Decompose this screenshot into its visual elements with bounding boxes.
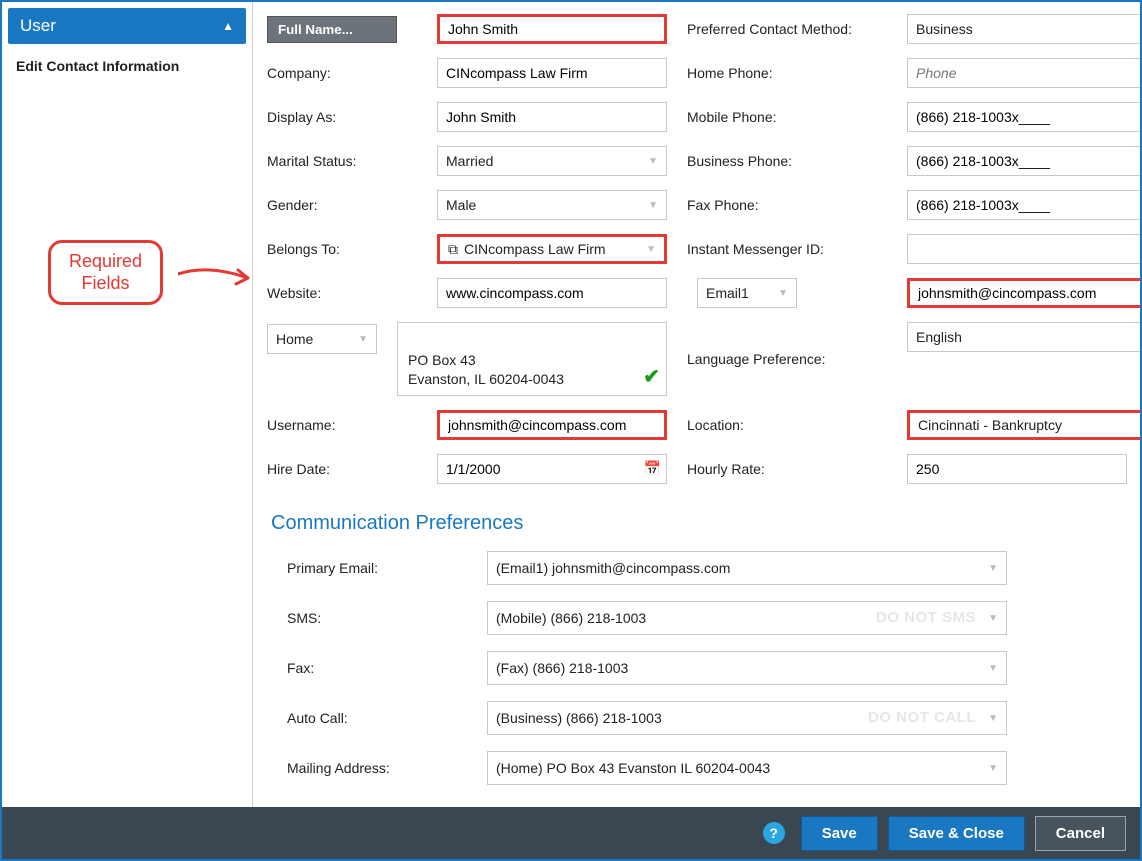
hourly-rate-label: Hourly Rate: bbox=[687, 461, 887, 477]
company-label: Company: bbox=[267, 65, 417, 81]
company-input[interactable] bbox=[437, 58, 667, 88]
footer-bar: ? Save Save & Close Cancel bbox=[2, 807, 1140, 859]
cancel-button[interactable]: Cancel bbox=[1035, 816, 1126, 851]
sidebar-item-edit-contact[interactable]: Edit Contact Information bbox=[2, 48, 252, 84]
gender-value: Male bbox=[446, 197, 476, 213]
im-id-input[interactable] bbox=[907, 234, 1140, 264]
calendar-icon[interactable]: 📅 bbox=[644, 460, 661, 477]
location-label: Location: bbox=[687, 417, 887, 433]
im-id-label: Instant Messenger ID: bbox=[687, 241, 887, 257]
website-label: Website: bbox=[267, 285, 417, 301]
gender-select[interactable]: Male ▼ bbox=[437, 190, 667, 220]
primary-email-value: (Email1) johnsmith@cincompass.com bbox=[496, 560, 730, 576]
communication-preferences-title: Communication Preferences bbox=[271, 512, 1126, 535]
language-select[interactable]: English▼ bbox=[907, 322, 1140, 352]
callout-line2: Fields bbox=[82, 273, 130, 293]
business-phone-input[interactable] bbox=[907, 146, 1140, 176]
sidebar: User ▲ Edit Contact Information Required… bbox=[2, 2, 253, 807]
preferred-contact-label: Preferred Contact Method: bbox=[687, 21, 887, 37]
auto-call-label: Auto Call: bbox=[287, 710, 487, 726]
fax-value: (Fax) (866) 218-1003 bbox=[496, 660, 628, 676]
belongs-to-select[interactable]: ⧉ CINcompass Law Firm ▼ bbox=[437, 234, 667, 264]
fax-phone-label: Fax Phone: bbox=[687, 197, 887, 213]
mailing-address-value: (Home) PO Box 43 Evanston IL 60204-0043 bbox=[496, 760, 770, 776]
business-phone-label: Business Phone: bbox=[687, 153, 887, 169]
primary-email-select[interactable]: (Email1) johnsmith@cincompass.com ▼ bbox=[487, 551, 1007, 585]
marital-value: Married bbox=[446, 153, 493, 169]
save-close-button[interactable]: Save & Close bbox=[888, 816, 1025, 851]
callout-pointer-icon bbox=[178, 264, 258, 298]
location-value: Cincinnati - Bankruptcy bbox=[918, 417, 1062, 433]
language-value: English bbox=[916, 329, 962, 345]
mobile-phone-label: Mobile Phone: bbox=[687, 109, 887, 125]
chevron-down-icon: ▼ bbox=[988, 763, 998, 774]
sms-label: SMS: bbox=[287, 610, 487, 626]
callout-line1: Required bbox=[69, 251, 142, 271]
mailing-address-select[interactable]: (Home) PO Box 43 Evanston IL 60204-0043 ▼ bbox=[487, 751, 1007, 785]
preferred-contact-select[interactable]: Business▼ bbox=[907, 14, 1140, 44]
sidebar-header-label: User bbox=[20, 16, 56, 36]
hourly-rate-input[interactable] bbox=[907, 454, 1127, 484]
fax-select[interactable]: (Fax) (866) 218-1003 ▼ bbox=[487, 651, 1007, 685]
email-input[interactable] bbox=[907, 278, 1140, 308]
full-name-button[interactable]: Full Name... bbox=[267, 16, 397, 43]
address-type-select[interactable]: Home ▼ bbox=[267, 324, 377, 354]
fax-phone-input[interactable] bbox=[907, 190, 1140, 220]
home-phone-input[interactable] bbox=[907, 58, 1140, 88]
belongs-to-label: Belongs To: bbox=[267, 241, 417, 257]
mailing-address-label: Mailing Address: bbox=[287, 760, 487, 776]
chevron-down-icon: ▼ bbox=[778, 288, 788, 299]
sidebar-header-user[interactable]: User ▲ bbox=[8, 8, 246, 44]
full-name-input[interactable] bbox=[437, 14, 667, 44]
language-label: Language Preference: bbox=[687, 351, 887, 367]
save-button[interactable]: Save bbox=[801, 816, 878, 851]
display-as-input[interactable] bbox=[437, 102, 667, 132]
preferred-contact-value: Business bbox=[916, 21, 973, 37]
gender-label: Gender: bbox=[267, 197, 417, 213]
location-select[interactable]: Cincinnati - Bankruptcy▼ bbox=[907, 410, 1140, 440]
display-as-label: Display As: bbox=[267, 109, 417, 125]
belongs-to-value: CINcompass Law Firm bbox=[464, 241, 606, 257]
hire-date-input[interactable] bbox=[437, 454, 667, 484]
chevron-down-icon: ▼ bbox=[648, 156, 658, 167]
chevron-down-icon: ▼ bbox=[988, 563, 998, 574]
chevron-up-icon: ▲ bbox=[222, 19, 234, 33]
address-type-value: Home bbox=[276, 331, 313, 347]
chevron-down-icon: ▼ bbox=[648, 200, 658, 211]
username-input[interactable] bbox=[437, 410, 667, 440]
sms-select[interactable]: (Mobile) (866) 218-1003 DO NOT SMS ▼ bbox=[487, 601, 1007, 635]
fax-label: Fax: bbox=[287, 660, 487, 676]
home-phone-label: Home Phone: bbox=[687, 65, 887, 81]
org-icon: ⧉ bbox=[448, 241, 458, 257]
chevron-down-icon: ▼ bbox=[988, 663, 998, 674]
check-icon: ✔ bbox=[643, 363, 660, 391]
sms-value: (Mobile) (866) 218-1003 bbox=[496, 610, 646, 626]
chevron-down-icon: ▼ bbox=[988, 613, 998, 624]
sms-ghost-text: DO NOT SMS bbox=[876, 609, 976, 626]
chevron-down-icon: ▼ bbox=[646, 244, 656, 255]
website-input[interactable] bbox=[437, 278, 667, 308]
chevron-down-icon: ▼ bbox=[358, 334, 368, 345]
username-label: Username: bbox=[267, 417, 417, 433]
email-type-select[interactable]: Email1 ▼ bbox=[697, 278, 797, 308]
email-type-value: Email1 bbox=[706, 285, 749, 301]
chevron-down-icon: ▼ bbox=[988, 713, 998, 724]
auto-call-value: (Business) (866) 218-1003 bbox=[496, 710, 662, 726]
address-textarea[interactable]: PO Box 43 Evanston, IL 60204-0043 ✔ bbox=[397, 322, 667, 396]
marital-label: Marital Status: bbox=[267, 153, 417, 169]
auto-call-ghost-text: DO NOT CALL bbox=[868, 709, 976, 726]
help-icon[interactable]: ? bbox=[763, 822, 785, 844]
marital-select[interactable]: Married ▼ bbox=[437, 146, 667, 176]
primary-email-label: Primary Email: bbox=[287, 560, 487, 576]
mobile-phone-input[interactable] bbox=[907, 102, 1140, 132]
hire-date-label: Hire Date: bbox=[267, 461, 417, 477]
main-form: Full Name... Preferred Contact Method: B… bbox=[253, 2, 1140, 807]
required-fields-callout: Required Fields bbox=[48, 240, 163, 305]
address-value: PO Box 43 Evanston, IL 60204-0043 bbox=[408, 352, 564, 388]
auto-call-select[interactable]: (Business) (866) 218-1003 DO NOT CALL ▼ bbox=[487, 701, 1007, 735]
